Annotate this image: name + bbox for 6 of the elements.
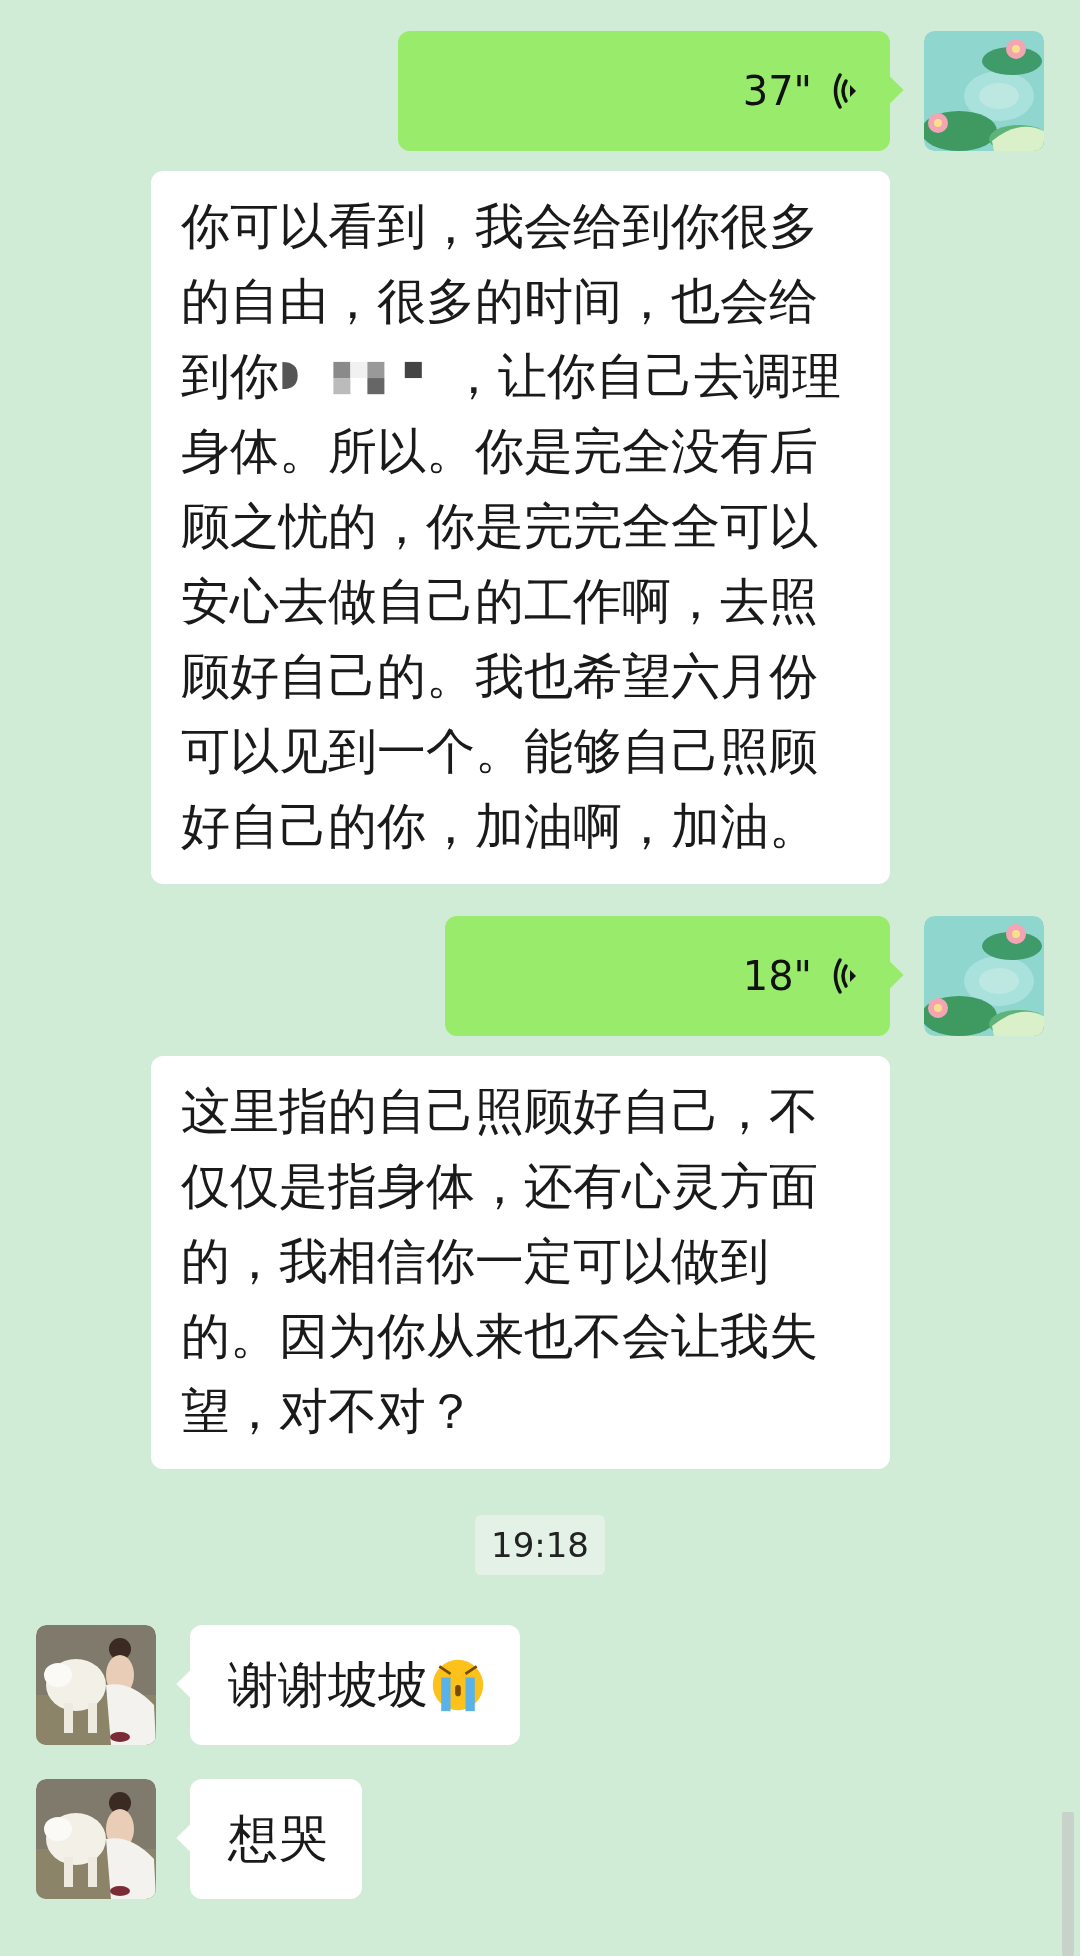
message-text: 想哭 — [228, 1809, 328, 1869]
crying-face-icon — [430, 1657, 486, 1713]
voice-transcript: 这里指的自己照顾好自己，不仅仅是指身体，还有心灵方面的，我相信你一定可以做到的。因为你从来也不会让我失望，对不对？ — [151, 1056, 890, 1469]
voice-transcript: 你可以看到，我会给到你很多的自由，很多的时间，也会给到你 ，让你自己去调理身体。所以。你是完全没有后顾之忧的，你是完完全全可以安心去做自己的工作啊，去照顾好自己的。我也希望六月份可以见到一个。能够自己照顾好自己的你，加油啊，加油。 — [151, 171, 890, 884]
message-text: 谢谢坡坡 — [228, 1655, 428, 1715]
timestamp: 19:18 — [475, 1515, 605, 1575]
